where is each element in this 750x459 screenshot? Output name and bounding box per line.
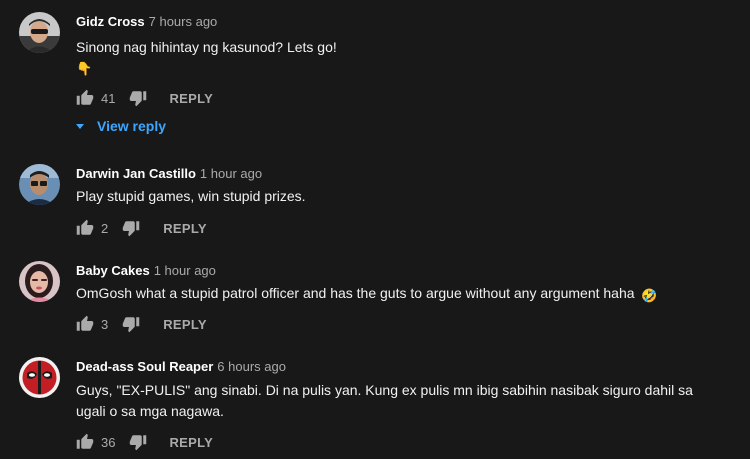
thumbs-down-icon[interactable]	[129, 89, 147, 107]
comment-author[interactable]: Dead-ass Soul Reaper	[76, 359, 213, 374]
thumbs-up-icon[interactable]	[76, 315, 94, 333]
reply-button[interactable]: REPLY	[163, 317, 207, 332]
comment-timestamp[interactable]: 6 hours ago	[217, 359, 286, 374]
thumbs-up-icon[interactable]	[76, 219, 94, 237]
avatar-man-sunglasses-icon	[19, 12, 60, 53]
avatar-darwin-jan-castillo[interactable]	[19, 164, 60, 205]
like-count: 36	[101, 434, 116, 450]
comment-text: Play stupid games, win stupid prizes.	[76, 188, 306, 204]
avatar-woman-icon	[19, 261, 60, 302]
reply-button[interactable]: REPLY	[169, 435, 213, 450]
thumbs-up-icon[interactable]	[76, 433, 94, 451]
avatar-man-glasses-icon	[19, 164, 60, 205]
like-count: 3	[101, 316, 109, 332]
caret-down-icon	[76, 123, 84, 129]
like-count: 41	[101, 90, 116, 106]
like-count: 2	[101, 220, 109, 236]
rofl-emoji: 🤣	[641, 288, 658, 303]
avatar-gidz-cross[interactable]	[19, 12, 60, 53]
view-reply-button[interactable]: View reply	[76, 118, 166, 134]
thumbs-down-icon[interactable]	[122, 219, 140, 237]
view-reply-label: View reply	[97, 118, 167, 134]
thumbs-up-icon[interactable]	[76, 89, 94, 107]
comment-author[interactable]: Baby Cakes	[76, 263, 150, 278]
comment-author[interactable]: Gidz Cross	[76, 14, 145, 29]
comment-timestamp[interactable]: 7 hours ago	[149, 14, 218, 29]
comment-text-body: Sinong nag hihintay ng kasunod? Lets go!	[76, 39, 337, 55]
thumbs-down-icon[interactable]	[122, 315, 140, 333]
comment-timestamp[interactable]: 1 hour ago	[154, 263, 216, 278]
comment-text: Sinong nag hihintay ng kasunod? Lets go!…	[76, 37, 726, 79]
thumbs-down-icon[interactable]	[129, 433, 147, 451]
reply-button[interactable]: REPLY	[169, 91, 213, 106]
pointing-down-emoji: 👇	[76, 61, 93, 76]
avatar-deadpool-icon	[19, 357, 60, 398]
avatar-baby-cakes[interactable]	[19, 261, 60, 302]
avatar-dead-ass-soul-reaper[interactable]	[19, 357, 60, 398]
comment-text: Guys, "EX-PULIS" ang sinabi. Di na pulis…	[76, 382, 693, 419]
comment-timestamp[interactable]: 1 hour ago	[200, 166, 262, 181]
comment-text-body: OmGosh what a stupid patrol officer and …	[76, 285, 635, 301]
reply-button[interactable]: REPLY	[163, 221, 207, 236]
comment-text: OmGosh what a stupid patrol officer and …	[76, 283, 726, 306]
comment-author[interactable]: Darwin Jan Castillo	[76, 166, 196, 181]
